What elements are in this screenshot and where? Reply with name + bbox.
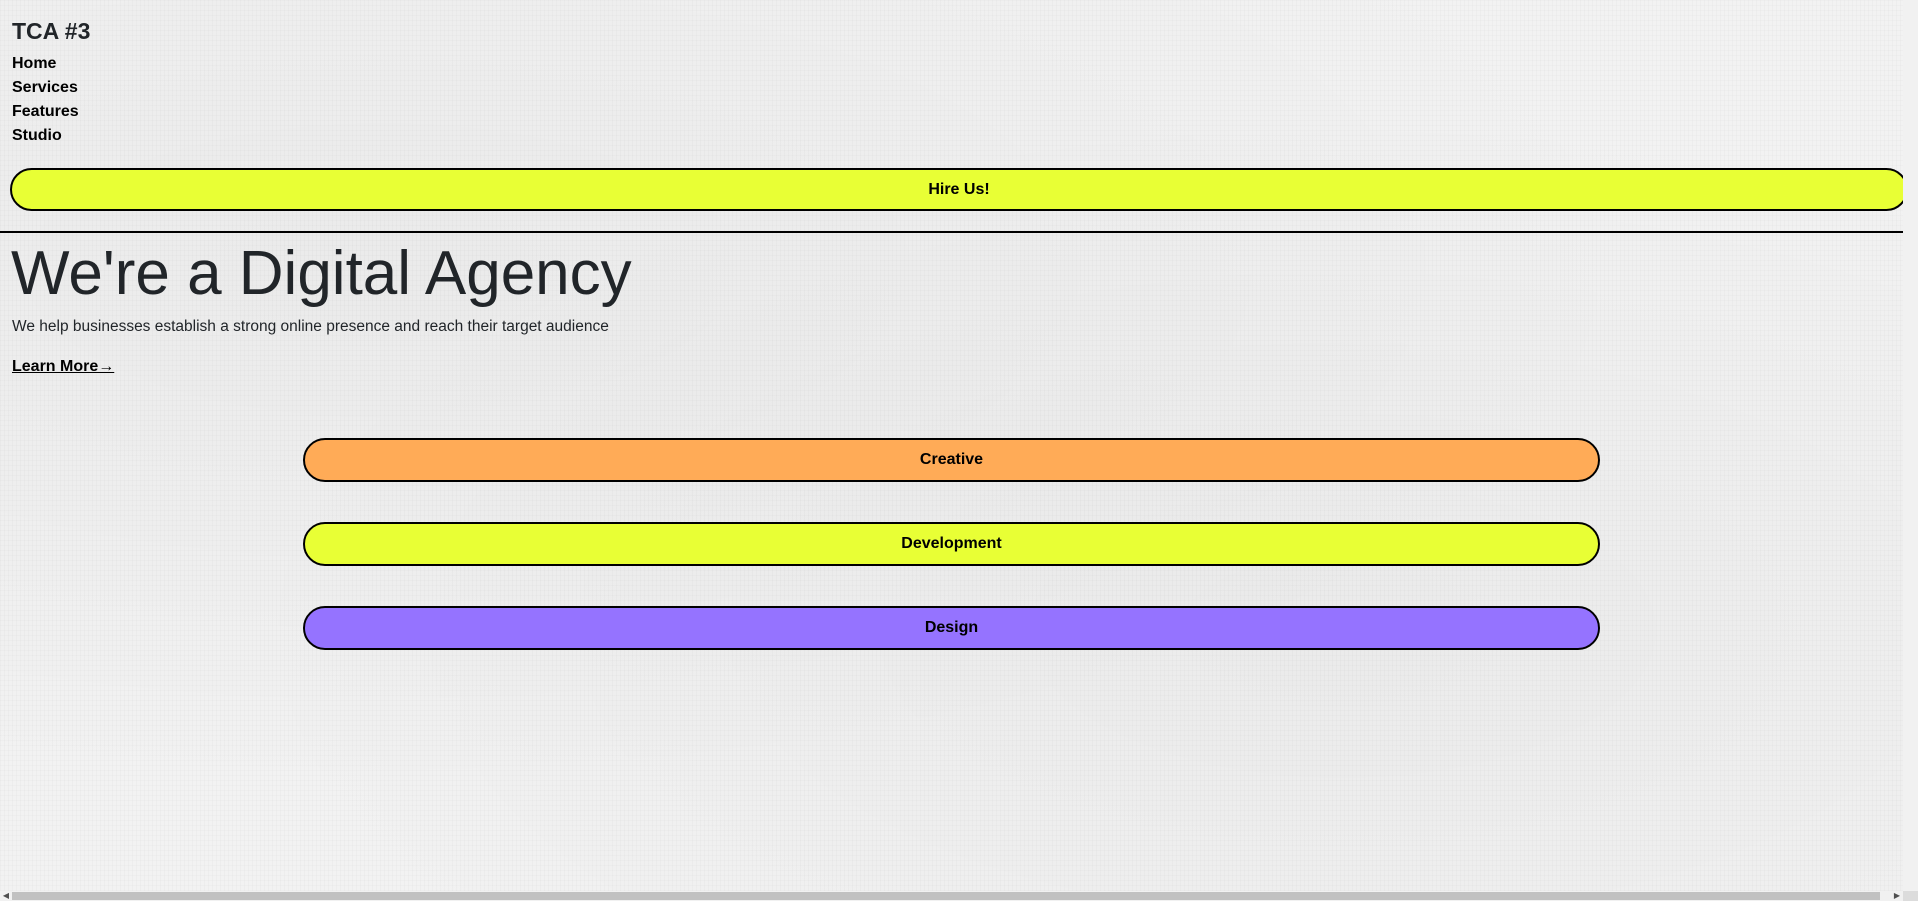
main-nav: Home Services Features Studio	[12, 52, 79, 148]
scroll-right-icon[interactable]: ▶	[1892, 892, 1902, 900]
creative-button[interactable]: Creative	[303, 438, 1600, 482]
scrollbar-corner	[1903, 891, 1918, 901]
nav-item-services[interactable]: Services	[12, 76, 79, 100]
vertical-scrollbar[interactable]	[1903, 0, 1918, 891]
learn-more-link[interactable]: Learn More→	[12, 356, 114, 378]
header-divider	[0, 231, 1903, 233]
hero-title: We're a Digital Agency	[11, 239, 632, 308]
scroll-left-icon[interactable]: ◀	[1, 892, 11, 900]
hero-subtitle: We help businesses establish a strong on…	[12, 318, 609, 335]
brand-title[interactable]: TCA #3	[12, 15, 90, 47]
development-button[interactable]: Development	[303, 522, 1600, 566]
design-button[interactable]: Design	[303, 606, 1600, 650]
nav-item-features[interactable]: Features	[12, 100, 79, 124]
page-viewport: TCA #3 Home Services Features Studio Hir…	[0, 0, 1903, 891]
horizontal-scroll-thumb[interactable]	[12, 892, 1880, 900]
hire-us-button[interactable]: Hire Us!	[10, 168, 1903, 211]
nav-item-home[interactable]: Home	[12, 52, 79, 76]
nav-item-studio[interactable]: Studio	[12, 124, 79, 148]
horizontal-scrollbar[interactable]: ◀ ▶	[0, 891, 1903, 901]
